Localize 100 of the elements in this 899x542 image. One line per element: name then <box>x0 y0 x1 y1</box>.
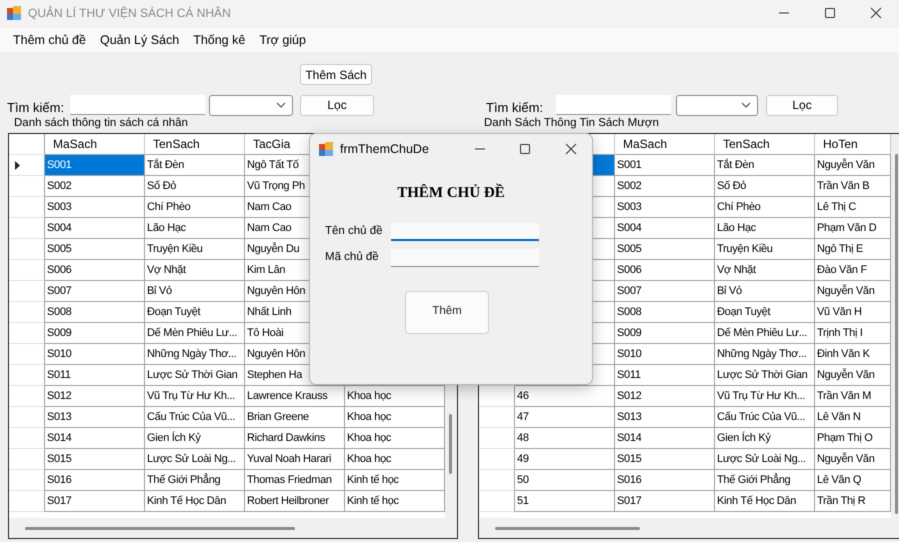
table-cell[interactable]: S002 <box>615 176 715 197</box>
table-cell[interactable]: S003 <box>45 197 145 218</box>
table-cell[interactable]: S016 <box>615 470 715 491</box>
table-cell[interactable]: S009 <box>45 323 145 344</box>
table-cell[interactable]: Tắt Đèn <box>145 155 245 176</box>
table-cell[interactable]: Richard Dawkins <box>245 428 345 449</box>
table-cell[interactable]: S004 <box>45 218 145 239</box>
table-cell[interactable]: 48 <box>515 428 615 449</box>
text-field[interactable] <box>391 222 539 240</box>
menu-item[interactable]: Thống kê <box>186 28 252 52</box>
table-cell[interactable]: Cấu Trúc Của Vũ... <box>715 407 815 428</box>
table-cell[interactable]: S009 <box>615 323 715 344</box>
table-cell[interactable]: S004 <box>615 218 715 239</box>
table-cell[interactable]: S006 <box>45 260 145 281</box>
table-cell[interactable]: 46 <box>515 386 615 407</box>
table-cell[interactable]: Thế Giới Phẳng <box>715 470 815 491</box>
column-header[interactable]: TenSach <box>145 134 245 155</box>
table-cell[interactable]: 51 <box>515 491 615 512</box>
table-cell[interactable]: S012 <box>45 386 145 407</box>
table-cell[interactable]: Brian Greene <box>245 407 345 428</box>
column-header[interactable]: TenSach <box>715 134 815 155</box>
table-cell[interactable]: S002 <box>45 176 145 197</box>
filter-dropdown[interactable] <box>676 94 758 116</box>
table-cell[interactable]: Truyện Kiều <box>715 239 815 260</box>
table-cell[interactable]: S011 <box>615 365 715 386</box>
table-cell[interactable]: Bỉ Vỏ <box>715 281 815 302</box>
filter-button[interactable]: Lọc <box>766 94 838 116</box>
table-cell[interactable]: S005 <box>615 239 715 260</box>
table-cell[interactable]: Đoạn Tuyệt <box>715 302 815 323</box>
table-cell[interactable]: Lão Hạc <box>145 218 245 239</box>
horizontal-scrollbar[interactable] <box>479 518 899 538</box>
table-cell[interactable]: S007 <box>615 281 715 302</box>
table-cell[interactable]: S013 <box>45 407 145 428</box>
table-cell[interactable]: S014 <box>615 428 715 449</box>
table-cell[interactable]: Gien Ích Kỷ <box>145 428 245 449</box>
table-cell[interactable]: Cấu Trúc Của Vũ... <box>145 407 245 428</box>
column-header[interactable]: MaSach <box>45 134 145 155</box>
table-cell[interactable]: Vũ Trụ Từ Hư Kh... <box>715 386 815 407</box>
table-cell[interactable]: Số Đỏ <box>145 176 245 197</box>
table-cell[interactable]: 49 <box>515 449 615 470</box>
table-cell[interactable]: S006 <box>615 260 715 281</box>
add-book-button[interactable]: Thêm Sách <box>300 64 372 85</box>
table-cell[interactable]: S005 <box>45 239 145 260</box>
table-cell[interactable]: S010 <box>615 344 715 365</box>
table-cell[interactable]: S017 <box>615 491 715 512</box>
table-cell[interactable]: S016 <box>45 470 145 491</box>
table-cell[interactable]: S001 <box>615 155 715 176</box>
menu-item[interactable]: Quản Lý Sách <box>92 28 186 52</box>
table-cell[interactable]: Thế Giới Phẳng <box>145 470 245 491</box>
table-cell[interactable]: Chí Phèo <box>145 197 245 218</box>
table-cell[interactable]: S014 <box>45 428 145 449</box>
table-cell[interactable]: 50 <box>515 470 615 491</box>
column-header[interactable]: HoTen <box>815 134 891 155</box>
table-cell[interactable]: Lược Sử Loài Ng... <box>145 449 245 470</box>
table-cell[interactable]: Truyện Kiều <box>145 239 245 260</box>
horizontal-scrollbar[interactable] <box>9 518 457 538</box>
table-cell[interactable]: S010 <box>45 344 145 365</box>
table-cell[interactable]: Những Ngày Thơ... <box>715 344 815 365</box>
row-header[interactable] <box>9 155 45 176</box>
table-cell[interactable]: Lược Sử Thời Gian <box>715 365 815 386</box>
table-cell[interactable]: Bỉ Vỏ <box>145 281 245 302</box>
table-cell[interactable]: Số Đỏ <box>715 176 815 197</box>
table-cell[interactable]: S003 <box>615 197 715 218</box>
table-cell[interactable]: Lawrence Krauss <box>245 386 345 407</box>
table-cell[interactable]: S013 <box>615 407 715 428</box>
table-cell[interactable]: S008 <box>45 302 145 323</box>
table-cell[interactable]: Lược Sử Loài Ng... <box>715 449 815 470</box>
table-cell[interactable]: Kinh Tế Học Dân <box>715 491 815 512</box>
table-cell[interactable]: Dế Mèn Phiêu Lư... <box>715 323 815 344</box>
add-button[interactable]: Thêm <box>405 290 489 334</box>
filter-dropdown[interactable] <box>209 94 294 116</box>
table-cell[interactable]: S015 <box>615 449 715 470</box>
table-cell[interactable]: Vợ Nhặt <box>145 260 245 281</box>
table-cell[interactable]: Vợ Nhặt <box>715 260 815 281</box>
table-cell[interactable]: S017 <box>45 491 145 512</box>
table-cell[interactable]: S015 <box>45 449 145 470</box>
table-cell[interactable]: Đoạn Tuyệt <box>145 302 245 323</box>
table-cell[interactable]: Vũ Trụ Từ Hư Kh... <box>145 386 245 407</box>
menu-item[interactable]: Trợ giúp <box>252 28 313 52</box>
table-cell[interactable]: Robert Heilbroner <box>245 491 345 512</box>
filter-button[interactable]: Lọc <box>300 94 374 116</box>
table-cell[interactable]: S007 <box>45 281 145 302</box>
table-cell[interactable]: Những Ngày Thơ... <box>145 344 245 365</box>
table-cell[interactable]: S001 <box>45 155 145 176</box>
column-header[interactable]: MaSach <box>615 134 715 155</box>
table-cell[interactable]: Lược Sử Thời Gian <box>145 365 245 386</box>
table-cell[interactable]: Dế Mèn Phiêu Lư... <box>145 323 245 344</box>
table-cell[interactable]: S011 <box>45 365 145 386</box>
search-field[interactable] <box>70 95 206 115</box>
table-cell[interactable]: Chí Phèo <box>715 197 815 218</box>
table-cell[interactable]: 47 <box>515 407 615 428</box>
table-cell[interactable]: Lão Hạc <box>715 218 815 239</box>
menu-item[interactable]: Thêm chủ đề <box>6 28 93 52</box>
table-cell[interactable]: Thomas Friedman <box>245 470 345 491</box>
search-field[interactable] <box>556 95 672 115</box>
table-cell[interactable]: Yuval Noah Harari <box>245 449 345 470</box>
table-cell[interactable]: Gien Ích Kỷ <box>715 428 815 449</box>
text-field[interactable] <box>391 248 539 266</box>
table-cell[interactable]: Tắt Đèn <box>715 155 815 176</box>
table-cell[interactable]: S012 <box>615 386 715 407</box>
